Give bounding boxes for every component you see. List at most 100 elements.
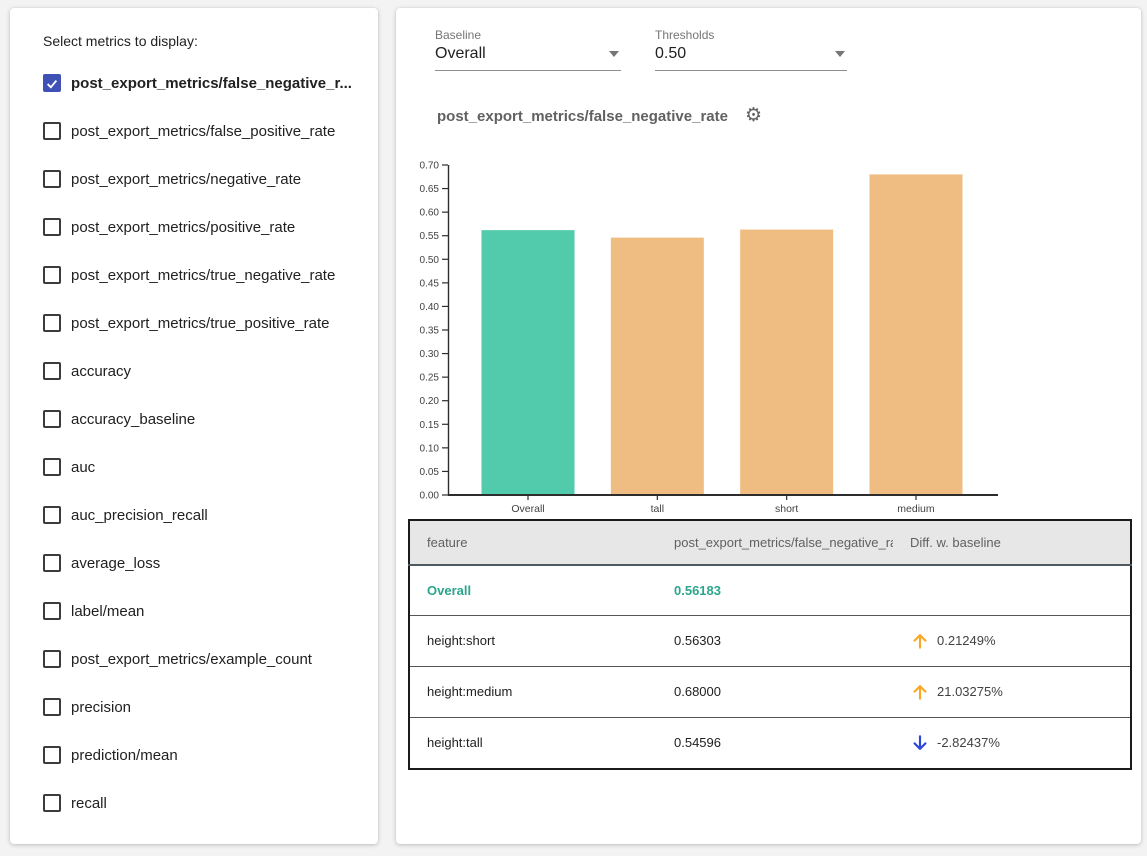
x-tick-label: Overall <box>511 503 544 515</box>
y-tick-label: 0.20 <box>420 396 440 407</box>
metric-label: post_export_metrics/false_negative_r... <box>71 75 352 92</box>
metric-checkbox-item[interactable]: average_loss <box>43 551 358 575</box>
metric-label: auc_precision_recall <box>71 507 208 524</box>
thresholds-dropdown-value: 0.50 <box>655 45 686 63</box>
checkbox-unchecked-icon[interactable] <box>43 458 61 476</box>
metric-checkbox-item[interactable]: accuracy <box>43 359 358 383</box>
checkbox-unchecked-icon[interactable] <box>43 314 61 332</box>
chevron-down-icon <box>609 51 619 57</box>
bar-tall[interactable] <box>611 238 704 495</box>
x-tick-label: short <box>775 503 798 515</box>
x-tick-label: tall <box>651 503 664 515</box>
y-tick-label: 0.30 <box>420 349 440 360</box>
metric-checkbox-item[interactable]: post_export_metrics/example_count <box>43 647 358 671</box>
chart-title-row: post_export_metrics/false_negative_rate … <box>437 107 1141 125</box>
metric-checkbox-item[interactable]: prediction/mean <box>43 743 358 767</box>
sidebar-heading: Select metrics to display: <box>43 33 358 49</box>
metric-value-cell: 0.56183 <box>657 565 893 615</box>
feature-cell: height:short <box>409 615 657 666</box>
metric-checkbox-item[interactable]: label/mean <box>43 599 358 623</box>
metric-label: precision <box>71 699 131 716</box>
metric-selector-panel: Select metrics to display: post_export_m… <box>10 8 378 844</box>
table-row: height:short0.563030.21249% <box>409 615 1131 666</box>
metric-checkbox-item[interactable]: auc <box>43 455 358 479</box>
checkbox-unchecked-icon[interactable] <box>43 698 61 716</box>
metrics-panel: Baseline Overall Thresholds 0.50 post_ex… <box>396 8 1141 844</box>
metric-label: accuracy <box>71 363 131 380</box>
x-tick-label: medium <box>897 503 935 515</box>
diff-value: 21.03275% <box>937 684 1003 699</box>
arrow-up-icon <box>910 682 930 702</box>
table-header-row: feature post_export_metrics/false_negati… <box>409 520 1131 565</box>
checkbox-unchecked-icon[interactable] <box>43 554 61 572</box>
thresholds-dropdown-label: Thresholds <box>655 28 847 42</box>
diff-value: 0.21249% <box>937 633 996 648</box>
metric-checkbox-item[interactable]: post_export_metrics/true_positive_rate <box>43 311 358 335</box>
table-row: Overall0.56183 <box>409 565 1131 615</box>
checkbox-unchecked-icon[interactable] <box>43 266 61 284</box>
metric-value-cell: 0.68000 <box>657 666 893 717</box>
checkbox-unchecked-icon[interactable] <box>43 506 61 524</box>
checkbox-unchecked-icon[interactable] <box>43 122 61 140</box>
metrics-table: feature post_export_metrics/false_negati… <box>408 519 1132 770</box>
metric-checkbox-item[interactable]: recall <box>43 791 358 815</box>
feature-cell: Overall <box>409 565 657 615</box>
y-tick-label: 0.25 <box>420 373 440 384</box>
metric-label: recall <box>71 795 107 812</box>
metric-label: post_export_metrics/positive_rate <box>71 219 295 236</box>
diff-cell: 21.03275% <box>893 666 1131 717</box>
y-tick-label: 0.70 <box>420 161 440 172</box>
diff-value: -2.82437% <box>937 735 1000 750</box>
baseline-dropdown-label: Baseline <box>435 28 621 42</box>
bar-Overall[interactable] <box>482 230 575 495</box>
gear-icon[interactable]: ⚙ <box>745 107 762 125</box>
metric-label: label/mean <box>71 603 144 620</box>
metric-list: post_export_metrics/false_negative_r...p… <box>43 71 358 815</box>
checkbox-unchecked-icon[interactable] <box>43 362 61 380</box>
checkbox-checked-icon[interactable] <box>43 74 61 92</box>
metric-checkbox-item[interactable]: post_export_metrics/false_positive_rate <box>43 119 358 143</box>
checkbox-unchecked-icon[interactable] <box>43 650 61 668</box>
y-tick-label: 0.00 <box>420 491 440 502</box>
column-header-metric: post_export_metrics/false_negative_rat..… <box>657 520 893 565</box>
bar-medium[interactable] <box>869 174 962 495</box>
metric-value-cell: 0.54596 <box>657 717 893 769</box>
checkbox-unchecked-icon[interactable] <box>43 410 61 428</box>
metric-label: post_export_metrics/true_positive_rate <box>71 315 329 332</box>
checkbox-unchecked-icon[interactable] <box>43 746 61 764</box>
metric-label: prediction/mean <box>71 747 178 764</box>
checkbox-unchecked-icon[interactable] <box>43 170 61 188</box>
metric-checkbox-item[interactable]: accuracy_baseline <box>43 407 358 431</box>
bar-short[interactable] <box>740 230 833 495</box>
feature-cell: height:medium <box>409 666 657 717</box>
baseline-dropdown[interactable]: Baseline Overall <box>435 28 621 71</box>
y-tick-label: 0.65 <box>420 184 440 195</box>
metric-label: average_loss <box>71 555 160 572</box>
column-header-diff: Diff. w. baseline <box>893 520 1131 565</box>
y-tick-label: 0.05 <box>420 467 440 478</box>
checkbox-unchecked-icon[interactable] <box>43 794 61 812</box>
arrow-up-icon <box>910 631 930 651</box>
metric-label: post_export_metrics/true_negative_rate <box>71 267 335 284</box>
metric-checkbox-item[interactable]: post_export_metrics/true_negative_rate <box>43 263 358 287</box>
chart-title: post_export_metrics/false_negative_rate <box>437 108 728 125</box>
metric-label: auc <box>71 459 95 476</box>
table-row: height:tall0.54596-2.82437% <box>409 717 1131 769</box>
diff-cell <box>893 565 1131 615</box>
metric-checkbox-item[interactable]: post_export_metrics/negative_rate <box>43 167 358 191</box>
bar-chart: 0.000.050.100.150.200.250.300.350.400.45… <box>408 156 1028 518</box>
checkbox-unchecked-icon[interactable] <box>43 218 61 236</box>
diff-cell: -2.82437% <box>893 717 1131 769</box>
metric-label: post_export_metrics/negative_rate <box>71 171 301 188</box>
y-tick-label: 0.55 <box>420 231 440 242</box>
y-tick-label: 0.50 <box>420 255 440 266</box>
thresholds-dropdown[interactable]: Thresholds 0.50 <box>655 28 847 71</box>
y-tick-label: 0.45 <box>420 278 440 289</box>
metric-checkbox-item[interactable]: precision <box>43 695 358 719</box>
metrics-table-wrap: feature post_export_metrics/false_negati… <box>408 519 1130 770</box>
checkbox-unchecked-icon[interactable] <box>43 602 61 620</box>
metric-checkbox-item[interactable]: post_export_metrics/positive_rate <box>43 215 358 239</box>
y-tick-label: 0.15 <box>420 420 440 431</box>
metric-checkbox-item[interactable]: post_export_metrics/false_negative_r... <box>43 71 358 95</box>
metric-checkbox-item[interactable]: auc_precision_recall <box>43 503 358 527</box>
